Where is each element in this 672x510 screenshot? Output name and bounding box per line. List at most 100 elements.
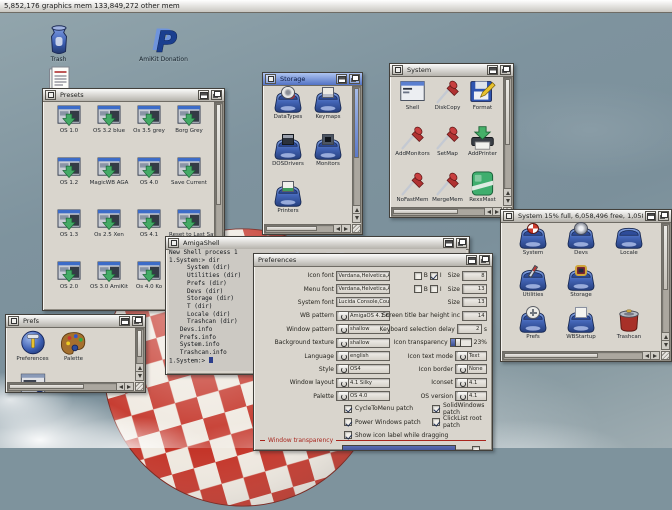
iconify-gadget-icon[interactable]: [487, 65, 498, 75]
cycle-gadget-icon[interactable]: [338, 392, 349, 401]
storage-drawer-icon[interactable]: Monitors: [308, 134, 348, 182]
storage-drawer-icon[interactable]: DataTypes: [268, 87, 308, 135]
italic-checkbox[interactable]: [429, 271, 438, 280]
depth-gadget-icon[interactable]: [132, 316, 143, 326]
system-tool-icon[interactable]: SetMap: [430, 124, 465, 170]
volume-drawer-icon[interactable]: Trashcan: [605, 308, 653, 350]
preset-icon[interactable]: OS 1.3: [49, 207, 89, 259]
field-value-box[interactable]: Lucida Console,Courier N: [336, 297, 390, 308]
cycle-gadget-icon[interactable]: [457, 378, 468, 387]
field-value-box[interactable]: 4.1 Silky: [336, 377, 390, 388]
storage-drawer-icon[interactable]: Keymaps: [308, 87, 348, 135]
preferences-title-bar[interactable]: Preferences: [254, 254, 492, 267]
volume-drawer-icon[interactable]: Utilities: [509, 264, 557, 308]
cycle-gadget-icon[interactable]: [338, 352, 349, 361]
scrollbar-thumb[interactable]: [354, 88, 359, 159]
icon-font-size-box[interactable]: 8: [462, 270, 487, 281]
preset-icon[interactable]: Os 2.5 Xen: [89, 207, 129, 259]
iconify-gadget-icon[interactable]: [119, 316, 130, 326]
preset-icon[interactable]: Os 4.0 Ko: [129, 259, 169, 310]
close-gadget-icon[interactable]: [392, 65, 403, 75]
depth-gadget-icon[interactable]: [211, 90, 222, 100]
volume-drawer-icon[interactable]: Locale: [605, 224, 653, 266]
prefs-drawer-title-bar[interactable]: Prefs: [6, 315, 145, 328]
patch-checkbox-row[interactable]: SolidWindows patch: [432, 402, 492, 416]
prefs-tool-icon[interactable]: Palette: [53, 329, 94, 371]
field-value-box[interactable]: OS4: [336, 364, 390, 375]
iconify-gadget-icon[interactable]: [336, 74, 347, 84]
preset-icon[interactable]: OS 3.2 blue: [89, 103, 129, 155]
resize-gadget[interactable]: [135, 382, 144, 391]
prefs-drawer-vertical-scrollbar[interactable]: [135, 328, 144, 381]
desktop-icon[interactable]: AmiKit Donation: [111, 24, 216, 64]
close-gadget-icon[interactable]: [45, 90, 56, 100]
iconify-gadget-icon[interactable]: [466, 255, 477, 265]
checkbox[interactable]: [432, 404, 440, 413]
preset-icon[interactable]: Os 3.5 grey: [129, 103, 169, 155]
depth-gadget-icon[interactable]: [500, 65, 511, 75]
scrollbar-thumb[interactable]: [504, 353, 598, 358]
system-volume-title-bar[interactable]: System 15% full, 6,058,496 free, 1,058,8…: [501, 210, 671, 223]
preset-icon[interactable]: Save Current: [169, 155, 209, 207]
storage-horizontal-scrollbar[interactable]: [264, 224, 351, 233]
desktop-icon[interactable]: Trash: [6, 24, 111, 64]
menu-font-size-box[interactable]: 13: [462, 284, 487, 295]
cycle-gadget-icon[interactable]: [338, 338, 349, 347]
icon-text-mode-cycle[interactable]: Text: [455, 351, 487, 362]
cycle-gadget-icon[interactable]: [338, 311, 349, 320]
selection-delay-box[interactable]: 2: [456, 324, 482, 335]
depth-gadget-icon[interactable]: [456, 238, 467, 248]
cycle-gadget-icon[interactable]: [338, 365, 349, 374]
system-horizontal-scrollbar[interactable]: [391, 207, 502, 216]
preset-icon[interactable]: OS 1.2: [49, 155, 89, 207]
close-gadget-icon[interactable]: [8, 316, 19, 326]
scrollbar-thumb[interactable]: [266, 226, 317, 231]
resize-gadget[interactable]: [352, 224, 361, 233]
presets-title-bar[interactable]: Presets: [43, 89, 224, 102]
scrollbar-thumb[interactable]: [505, 79, 510, 146]
scrollbar-thumb[interactable]: [393, 209, 459, 214]
icon-border-cycle[interactable]: None: [455, 364, 487, 375]
preset-icon[interactable]: OS 2.0: [49, 259, 89, 310]
system-tool-icon[interactable]: AddPrinter: [465, 124, 500, 170]
volume-drawer-icon[interactable]: Prefs: [509, 307, 557, 350]
iconify-gadget-icon[interactable]: [443, 238, 454, 248]
system-title-bar[interactable]: System: [390, 64, 513, 77]
volume-vertical-scrollbar[interactable]: [661, 223, 670, 350]
system-tool-icon[interactable]: AddMonitors: [395, 124, 430, 170]
checkbox[interactable]: [432, 418, 440, 427]
iconset-cycle[interactable]: 4.1: [455, 377, 487, 388]
storage-drawer-icon[interactable]: Printers: [268, 181, 308, 229]
storage-vertical-scrollbar[interactable]: [352, 86, 361, 223]
close-gadget-icon[interactable]: [265, 74, 276, 84]
field-value-box[interactable]: Verdana,Helvetica,Arial: [336, 270, 390, 281]
preset-icon[interactable]: OS 4.1: [129, 207, 169, 259]
cycle-gadget-icon[interactable]: [338, 325, 349, 334]
os-version-cycle[interactable]: 4.1: [455, 391, 487, 402]
close-gadget-icon[interactable]: [168, 238, 179, 248]
scrollbar-thumb[interactable]: [663, 225, 668, 290]
field-value-box[interactable]: Verdana,Helvetica,Arial: [336, 284, 390, 295]
preset-icon[interactable]: OS 3.0 AmiKit: [89, 259, 129, 310]
field-value-box[interactable]: shallow: [336, 337, 390, 348]
bold-checkbox[interactable]: [413, 285, 422, 294]
depth-gadget-icon[interactable]: [349, 74, 360, 84]
volume-drawer-icon[interactable]: Storage: [557, 265, 605, 308]
preset-icon[interactable]: OS 1.0: [49, 103, 89, 155]
prefs-tool-icon[interactable]: Preferences: [12, 329, 53, 371]
screen-title-bar[interactable]: 5,852,176 graphics mem 133,849,272 other…: [0, 0, 672, 13]
transparency-checkbox[interactable]: [472, 446, 480, 450]
icon-transparency-slider[interactable]: [449, 338, 472, 348]
iconify-gadget-icon[interactable]: [198, 90, 209, 100]
close-gadget-icon[interactable]: [503, 211, 514, 221]
cycle-gadget-icon[interactable]: [457, 392, 468, 401]
window-transparency-slider[interactable]: [342, 445, 456, 450]
italic-checkbox[interactable]: [429, 285, 438, 294]
scrollbar-thumb[interactable]: [9, 384, 84, 389]
cycle-gadget-icon[interactable]: [338, 378, 349, 387]
field-value-box[interactable]: OS 4.0: [336, 391, 390, 402]
scroll-right-icon[interactable]: [341, 225, 350, 232]
scroll-down-icon[interactable]: [662, 340, 669, 349]
resize-gadget[interactable]: [661, 351, 670, 360]
system-tool-icon[interactable]: DiskCopy: [430, 78, 465, 124]
